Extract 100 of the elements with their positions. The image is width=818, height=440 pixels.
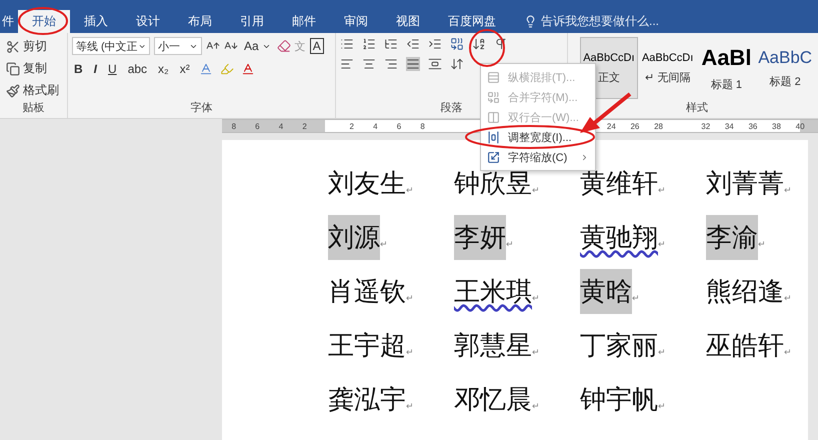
menu-item-icon xyxy=(487,130,500,144)
strikethrough-button[interactable]: abc xyxy=(126,61,150,77)
ruler-number: 40 xyxy=(794,121,806,132)
line-spacing-icon xyxy=(450,57,464,71)
scissors-icon xyxy=(6,40,20,54)
copy-button[interactable]: 复制 xyxy=(4,59,63,78)
annotation-arrow xyxy=(580,92,632,133)
name-text: 钟欣昱 xyxy=(454,167,532,200)
name-text: 刘源 xyxy=(328,215,380,260)
paragraph-mark: ↵ xyxy=(380,239,388,250)
name-text: 邓忆晨 xyxy=(454,383,532,416)
menu-item[interactable]: 字符缩放(C) xyxy=(481,147,595,167)
menu-item-icon xyxy=(487,150,500,164)
menu-item-icon xyxy=(487,70,500,84)
ruler-number: 8 xyxy=(230,121,238,132)
ruler-number: 4 xyxy=(278,121,284,132)
ruler-number: 2 xyxy=(348,121,355,132)
group-label: 贴板 xyxy=(22,101,44,116)
annotation-circle xyxy=(18,7,68,35)
paragraph-mark: ↵ xyxy=(758,239,766,250)
paragraph-mark: ↵ xyxy=(406,185,414,196)
ribbon-tab[interactable]: 插入 xyxy=(70,10,122,33)
align-left-icon xyxy=(340,57,354,71)
paragraph-mark: ↵ xyxy=(532,293,540,304)
name-text: 黄驰翔 xyxy=(580,221,658,254)
ruler-number: 8 xyxy=(419,121,426,132)
paragraph-mark: ↵ xyxy=(406,347,414,358)
name-text: 刘菁菁 xyxy=(706,167,784,200)
superscript-button[interactable]: x² xyxy=(178,61,192,77)
underline-button[interactable]: U xyxy=(106,61,119,77)
paragraph-mark: ↵ xyxy=(658,347,666,358)
style-gallery-item[interactable]: AaBl 标题 1 xyxy=(698,37,756,99)
name-text: 李渝 xyxy=(706,215,758,260)
menu-item[interactable]: 调整宽度(I)... xyxy=(481,127,595,147)
numbered-list-icon xyxy=(362,37,376,51)
cut-button[interactable]: 剪切 xyxy=(4,37,63,56)
ribbon-tab[interactable]: 邮件 xyxy=(278,10,330,33)
pilcrow-icon xyxy=(494,37,508,51)
paragraph-mark: ↵ xyxy=(632,293,640,304)
font-size-dropdown[interactable]: 小一 xyxy=(154,37,202,55)
sort-icon xyxy=(472,37,486,51)
ruler-number: 34 xyxy=(724,121,735,132)
ribbon-tab[interactable]: 视图 xyxy=(382,10,434,33)
change-case-button[interactable]: Aa xyxy=(242,38,273,54)
ribbon-tab[interactable]: 引用 xyxy=(226,10,278,33)
ribbon-tab[interactable]: 设计 xyxy=(122,10,174,33)
font-name-dropdown[interactable]: 等线 (中文正 xyxy=(72,37,150,55)
ribbon-tab[interactable]: 布局 xyxy=(174,10,226,33)
bold-button[interactable]: B xyxy=(72,61,85,77)
name-text: 黄维轩 xyxy=(580,167,658,200)
paragraph-mark: ↵ xyxy=(658,239,666,250)
paragraph-mark: ↵ xyxy=(784,293,792,304)
name-text: 李妍 xyxy=(454,215,506,260)
multilevel-list-icon xyxy=(384,37,398,51)
name-text: 郭慧星 xyxy=(454,329,532,362)
paragraph-mark: ↵ xyxy=(784,185,792,196)
name-text: 刘友生 xyxy=(328,167,406,200)
subscript-button[interactable]: x₂ xyxy=(156,61,171,77)
paragraph-mark: ↵ xyxy=(506,239,514,250)
text-effect-icon xyxy=(198,62,213,76)
menu-item-icon xyxy=(487,90,500,104)
tell-me-field[interactable]: 告诉我您想要做什么... xyxy=(524,10,660,33)
name-text: 王宇超 xyxy=(328,329,406,362)
ribbon-tab[interactable]: 件 xyxy=(0,10,18,33)
ruler-number: 2 xyxy=(301,121,308,132)
align-center-icon xyxy=(362,57,376,71)
name-text: 熊绍逢 xyxy=(706,275,784,308)
ruler-number: 6 xyxy=(396,121,402,132)
align-right-icon xyxy=(384,57,398,71)
ruler-number: 4 xyxy=(372,121,379,132)
decrease-indent-icon xyxy=(406,37,420,51)
group-label: 样式 xyxy=(686,101,708,116)
font-color-icon xyxy=(240,62,255,76)
highlighter-icon xyxy=(220,62,234,76)
name-text: 王米琪 xyxy=(454,275,532,308)
lightbulb-icon xyxy=(524,15,537,28)
ruler-number: 6 xyxy=(254,121,261,132)
paragraph-mark: ↵ xyxy=(658,401,666,412)
name-text: 钟宇帆 xyxy=(580,383,658,416)
ruler-number: 32 xyxy=(700,121,712,132)
menu-item-icon xyxy=(487,110,500,124)
paragraph-mark: ↵ xyxy=(406,401,414,412)
eraser-icon xyxy=(276,39,291,53)
name-text: 肖遥钦 xyxy=(328,275,406,308)
name-text: 黄晗 xyxy=(580,269,632,314)
ribbon-tab[interactable]: 百度网盘 xyxy=(434,10,510,33)
increase-indent-icon xyxy=(428,37,442,51)
distribute-icon xyxy=(428,57,442,71)
text-layout-icon xyxy=(450,37,464,51)
ruler-number: 26 xyxy=(629,121,640,132)
style-gallery-item[interactable]: AaBbCcDı ↵ 无间隔 xyxy=(638,37,696,99)
annotation-circle xyxy=(469,29,505,67)
italic-button[interactable]: I xyxy=(92,61,100,77)
paragraph-mark: ↵ xyxy=(532,347,540,358)
ruler-number: 38 xyxy=(771,121,782,132)
format-painter-button[interactable]: 格式刷 xyxy=(4,81,63,100)
style-gallery-item[interactable]: AaBbC 标题 2 xyxy=(756,37,814,99)
paragraph-mark: ↵ xyxy=(406,293,414,304)
character-border-button[interactable]: A xyxy=(310,38,324,54)
ribbon-tab[interactable]: 审阅 xyxy=(330,10,382,33)
